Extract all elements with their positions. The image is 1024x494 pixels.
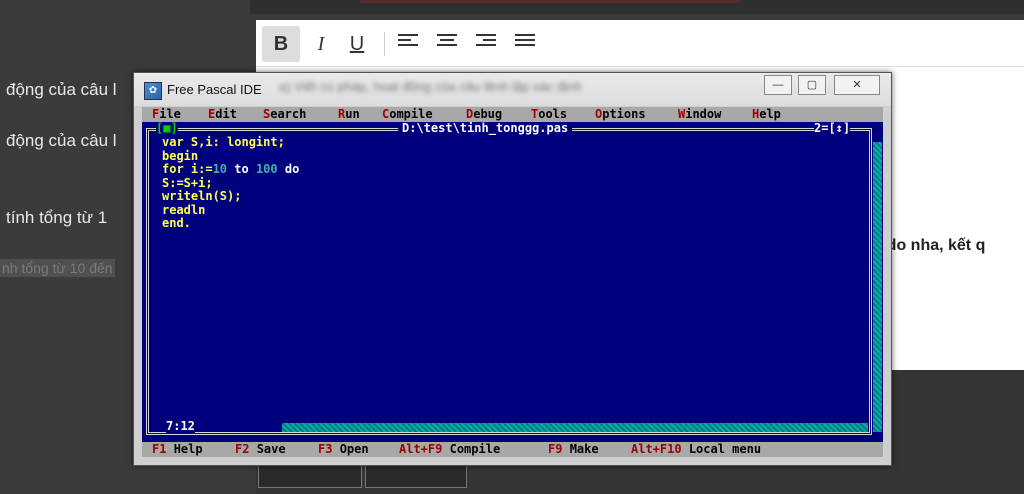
code-line: for i:=10 to 100 do: [162, 162, 300, 176]
blurred-background-text: a) Viết cú pháp, hoạt động của câu lệnh …: [279, 79, 582, 94]
italic-button[interactable]: I: [302, 26, 340, 62]
code-line: readln: [162, 202, 206, 217]
background-selected-option[interactable]: nh tổng từ 10 đến: [0, 259, 115, 277]
code-line: end.: [162, 216, 191, 230]
menu-debug[interactable]: Debug: [466, 107, 502, 122]
status-compile[interactable]: Alt+F9 Compile: [399, 442, 500, 457]
bold-button[interactable]: B: [262, 26, 300, 62]
window-number-indicator[interactable]: 2=[↕]: [814, 122, 851, 134]
window-titlebar[interactable]: ✿ Free Pascal IDE a) Viết cú pháp, hoạt …: [134, 73, 891, 106]
editor-window: [■] D:\test\tinh_tonggg.pas 2=[↕] var S,…: [142, 122, 883, 442]
background-text-line: động của câu l: [6, 80, 117, 99]
window-close-box[interactable]: [■]: [156, 122, 178, 134]
menu-tools[interactable]: Tools: [531, 107, 567, 122]
code-line: begin: [162, 148, 199, 163]
menu-compile[interactable]: Compile: [382, 107, 433, 122]
menu-help[interactable]: Help: [752, 107, 781, 122]
editor-toolbar: B I U: [256, 20, 1024, 67]
underline-button[interactable]: U: [338, 26, 376, 62]
background-text-line: động của câu l: [6, 131, 117, 150]
background-text-line: tính tổng từ 1: [6, 208, 108, 227]
background-red-text-line: [360, 0, 740, 3]
horizontal-scrollbar[interactable]: [282, 423, 868, 432]
vertical-scrollbar[interactable]: [873, 142, 882, 432]
editor-file-path: D:\test\tinh_tonggg.pas: [398, 122, 573, 134]
code-area[interactable]: var S,i: longint; begin for i:=10 to 100…: [162, 135, 300, 231]
align-justify-icon[interactable]: [515, 34, 535, 50]
align-center-icon[interactable]: [437, 34, 457, 50]
code-line: S:=S+i;: [162, 175, 213, 190]
free-pascal-icon: ✿: [144, 82, 162, 100]
status-open[interactable]: F3 Open: [318, 442, 369, 457]
menu-options[interactable]: Options: [595, 107, 646, 122]
window-title: Free Pascal IDE: [167, 82, 262, 97]
status-help[interactable]: F1 Help: [152, 442, 203, 457]
status-local-menu[interactable]: Alt+F10 Local menu: [631, 442, 761, 457]
toolbar-divider: [384, 32, 385, 56]
close-button[interactable]: ✕: [834, 75, 880, 95]
menu-search[interactable]: Search: [263, 107, 306, 122]
align-left-icon[interactable]: [398, 34, 418, 50]
menu-file[interactable]: File: [152, 107, 181, 122]
ide-client-area: File Edit Search Run Compile Debug Tools…: [142, 107, 883, 457]
cursor-position: 7:12: [166, 419, 195, 433]
minimize-button[interactable]: —: [764, 75, 792, 95]
menu-edit[interactable]: Edit: [208, 107, 237, 122]
status-bar: F1 Help F2 Save F3 Open Alt+F9 Compile F…: [142, 442, 883, 457]
code-line: var S,i: longint;: [162, 135, 285, 149]
status-make[interactable]: F9 Make: [548, 442, 599, 457]
window-controls: — ▢ ✕: [764, 75, 884, 95]
align-right-icon[interactable]: [476, 34, 496, 50]
menu-window[interactable]: Window: [678, 107, 721, 122]
code-line: writeln(S);: [162, 189, 242, 203]
status-save[interactable]: F2 Save: [235, 442, 286, 457]
menu-bar: File Edit Search Run Compile Debug Tools…: [142, 107, 883, 122]
free-pascal-window: ✿ Free Pascal IDE a) Viết cú pháp, hoạt …: [133, 72, 892, 466]
menu-run[interactable]: Run: [338, 107, 360, 122]
maximize-button[interactable]: ▢: [798, 75, 826, 95]
